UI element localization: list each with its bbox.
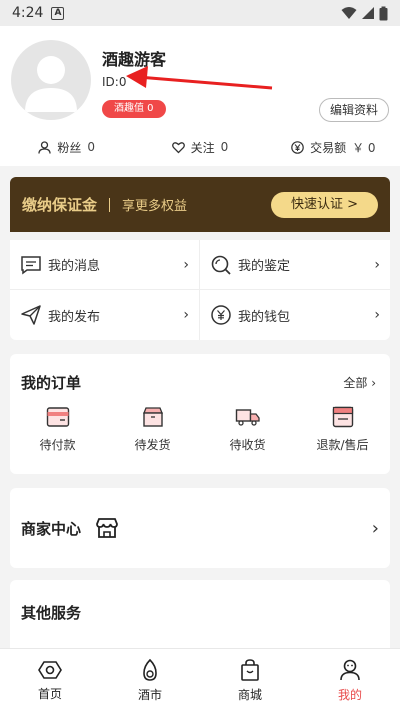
yen-icon [291,140,304,154]
edit-profile-button[interactable]: 编辑资料 [318,98,389,122]
home-icon [38,660,62,679]
battery-icon [379,6,388,20]
order-pending-payment-label: 待付款 [39,438,76,452]
refund-icon [332,406,353,428]
heart-icon [171,141,185,153]
delivery-truck-icon [235,409,260,426]
tab-home[interactable]: 首页 [0,649,100,711]
other-services-card: 其他服务 [10,580,390,650]
status-right [341,6,388,21]
profile-header: 酒趣游客 ID:0 酒趣值 0 编辑资料 粉丝 0 关注 0 交易额 ￥ 0 [0,26,400,166]
wine-score-badge: 酒趣值 0 [102,100,166,118]
menu-my-wallet[interactable]: 我的钱包 › [200,290,390,340]
orders-all-link[interactable]: 全部 › [343,374,376,391]
user-icon [38,140,51,154]
signal-icon [362,7,374,19]
chevron-right-icon: › [183,307,189,323]
chevron-right-icon: › [374,256,380,273]
order-refund-label: 退款/售后 [316,438,369,452]
order-pending-payment[interactable]: 待付款 [10,406,105,453]
stat-fans[interactable]: 粉丝 0 [0,134,133,160]
merchant-center-card[interactable]: 商家中心 › [10,488,390,568]
chevron-right-icon: › [371,517,379,539]
order-pending-receipt-label: 待收货 [229,438,266,452]
status-time: 4:24 [12,5,44,21]
shop-bag-icon [241,658,259,681]
stat-follow-value: 0 [220,140,229,154]
chevron-right-icon: › [183,256,189,273]
profile-icon [340,659,360,680]
default-avatar-icon [25,56,77,112]
stat-follow[interactable]: 关注 0 [133,134,266,160]
menu-my-posts[interactable]: 我的发布 › [10,290,200,340]
tab-wine-market[interactable]: 酒市 [100,649,200,711]
pending-shipment-icon [142,407,163,427]
wallet-icon [210,304,232,326]
message-icon [20,254,42,276]
red-arrow-annotation [126,66,273,90]
menu-my-posts-label: 我的发布 [48,309,101,325]
stat-fans-value: 0 [87,140,95,154]
stat-trade-value: ￥ 0 [352,140,376,155]
stat-fans-label: 粉丝 [57,140,82,155]
menu-my-appraisal-label: 我的鉴定 [238,259,291,274]
wifi-icon [341,7,357,19]
menu-my-wallet-label: 我的钱包 [238,309,291,325]
deposit-title: 缴纳保证金 [22,196,98,214]
tab-home-label: 首页 [37,686,62,701]
deposit-divider [109,197,111,212]
stats-row: 粉丝 0 关注 0 交易额 ￥ 0 [0,134,400,160]
order-refund[interactable]: 退款/售后 [295,406,390,453]
menu-my-appraisal[interactable]: 我的鉴定 › [200,240,390,290]
avatar[interactable] [11,40,91,120]
tab-wine-market-label: 酒市 [137,687,162,702]
tab-mall[interactable]: 商城 [200,649,300,711]
stat-trade-label: 交易额 [310,140,347,155]
user-id: ID:0 [102,75,127,89]
quick-verify-button[interactable]: 快速认证 > [270,191,378,218]
orders-items: 待付款 待发货 待收货 退款/售后 [10,406,390,453]
bottom-tab-bar: 首页 酒市 商城 我的 [0,648,400,711]
magnifier-icon [210,254,232,276]
order-pending-shipment[interactable]: 待发货 [105,406,200,453]
tab-profile[interactable]: 我的 [300,649,400,711]
orders-card: 我的订单 全部 › 待付款 待发货 待收货 退款/售后 [10,354,390,474]
order-pending-receipt[interactable]: 待收货 [200,406,295,453]
menu-my-messages[interactable]: 我的消息 › [10,240,200,290]
chevron-right-icon: › [374,307,380,323]
stat-follow-label: 关注 [190,140,215,155]
pending-payment-icon [46,407,69,427]
chevron-right-icon: › [371,376,376,390]
tab-mall-label: 商城 [237,687,262,702]
wine-market-icon [143,658,157,681]
orders-all-label: 全部 [343,376,368,390]
deposit-banner[interactable]: 缴纳保证金 享更多权益 快速认证 > [10,177,390,232]
menu-my-messages-label: 我的消息 [48,259,101,274]
tab-profile-label: 我的 [337,687,362,702]
orders-title: 我的订单 [21,374,82,392]
stat-trade[interactable]: 交易额 ￥ 0 [267,134,400,160]
order-pending-shipment-label: 待发货 [134,438,171,452]
storefront-icon [96,518,118,538]
status-bar: 4:24 A [0,0,400,26]
notification-icon: A [51,6,65,20]
send-icon [20,304,42,326]
other-services-title: 其他服务 [21,604,82,622]
quick-menu: 我的消息 › 我的鉴定 › 我的发布 › 我的钱包 › [10,240,390,340]
deposit-subtitle: 享更多权益 [122,199,188,214]
merchant-center-title: 商家中心 [21,519,82,538]
